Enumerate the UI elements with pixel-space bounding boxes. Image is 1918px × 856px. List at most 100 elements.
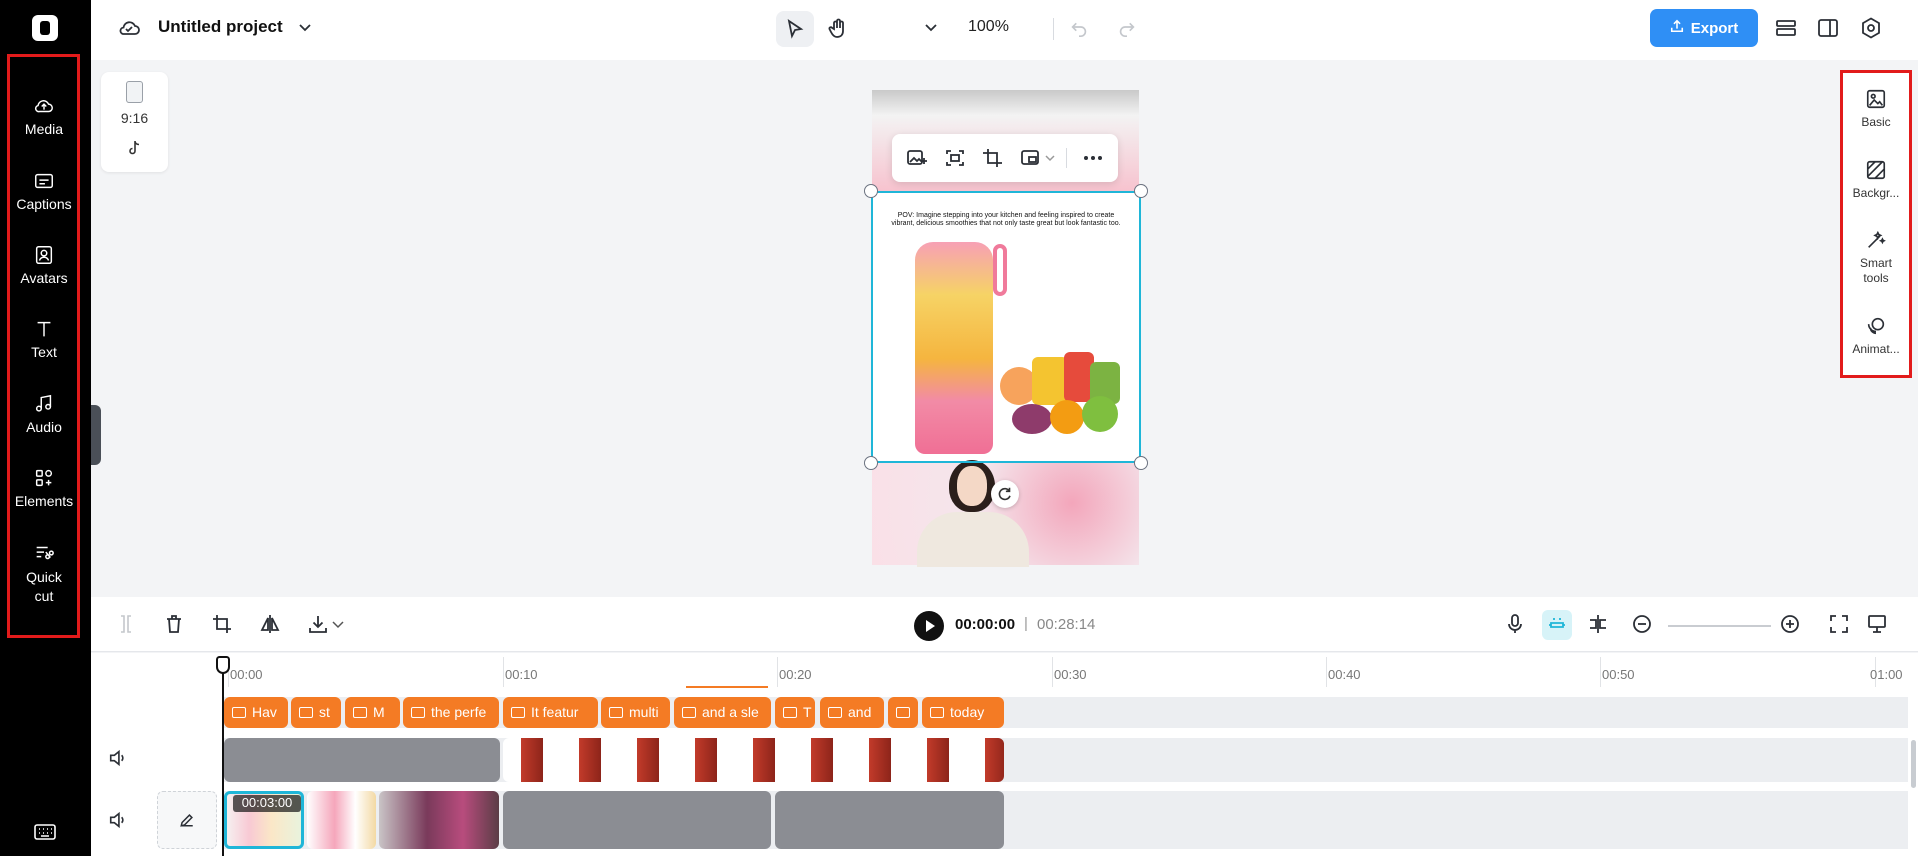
undo-icon[interactable] (1068, 16, 1092, 40)
caption-clip[interactable]: and a sle (674, 697, 771, 728)
sidebar-item-quick-cut[interactable]: Quick cut (0, 542, 88, 606)
caption-clip[interactable]: today (922, 697, 1004, 728)
sidebar-item-text[interactable]: Text (0, 318, 88, 360)
export-label: Export (1690, 19, 1739, 37)
floating-toolbar (892, 134, 1118, 182)
main-clip[interactable] (379, 791, 499, 849)
selection-box[interactable] (871, 191, 1141, 463)
keyboard-icon[interactable] (34, 824, 56, 840)
aspect-ratio-card[interactable]: 9:16 (101, 72, 168, 172)
divider (1053, 18, 1054, 40)
sidebar-item-label: Elements (14, 493, 74, 509)
right-panel-label: Animat... (1852, 342, 1900, 356)
project-title[interactable]: Untitled project (158, 17, 283, 37)
right-panel-label: Backgr... (1852, 186, 1900, 200)
edit-track-button[interactable] (157, 791, 217, 849)
replace-image-icon[interactable] (906, 148, 928, 168)
sidebar-item-audio[interactable]: Audio (0, 393, 88, 435)
resize-handle-bottom-right[interactable] (1134, 456, 1148, 470)
track-volume-icon[interactable] (108, 748, 130, 770)
caption-clip[interactable]: M (345, 697, 400, 728)
select-tool-button[interactable] (776, 11, 814, 47)
playhead[interactable] (222, 664, 224, 856)
right-panel-animation[interactable]: Animat... (1843, 315, 1909, 356)
magnet-snap-button[interactable] (1542, 610, 1572, 640)
zoom-level[interactable]: 100% (968, 18, 1009, 36)
caption-clip[interactable]: the perfe (403, 697, 499, 728)
sidebar-item-captions[interactable]: Captions (0, 170, 88, 212)
download-icon[interactable] (307, 613, 329, 635)
caption-clip[interactable]: multi (601, 697, 670, 728)
background-remove-icon[interactable] (1020, 148, 1042, 168)
main-clip[interactable] (307, 791, 376, 849)
right-panel-smart-tools[interactable]: Smart tools (1843, 229, 1909, 286)
timeline-scrollbar[interactable] (1911, 740, 1916, 788)
chevron-down-icon[interactable] (1044, 148, 1056, 168)
track-volume-icon[interactable] (108, 810, 130, 832)
ruler-label: 00:20 (779, 667, 812, 682)
sidebar-item-media[interactable]: Media (0, 95, 88, 137)
settings-gear-icon[interactable] (1859, 16, 1885, 42)
timeline-zoom-slider[interactable] (1668, 625, 1771, 627)
ruler-label: 00:30 (1054, 667, 1087, 682)
caption-clip[interactable] (888, 697, 918, 728)
main-clip[interactable] (775, 791, 1004, 849)
resize-handle-top-left[interactable] (864, 184, 878, 198)
preview-monitor-icon[interactable] (1866, 613, 1888, 635)
caption-clip[interactable]: and (820, 697, 884, 728)
overlay-clip-smoothie[interactable] (503, 738, 1004, 782)
upload-icon (1670, 19, 1684, 37)
cloud-save-icon[interactable] (117, 17, 141, 39)
hand-tool-button[interactable] (823, 13, 853, 45)
panel-collapse-handle[interactable] (91, 405, 101, 465)
sidebar-item-label: Quick (26, 569, 62, 585)
playhead-handle[interactable] (216, 656, 230, 674)
export-button[interactable]: Export (1650, 9, 1758, 47)
chevron-down-icon[interactable] (331, 613, 345, 635)
microphone-icon[interactable] (1504, 613, 1526, 635)
app-logo[interactable] (32, 15, 58, 41)
rotate-button[interactable] (991, 480, 1019, 508)
resize-handle-bottom-left[interactable] (864, 456, 878, 470)
caption-clip[interactable]: It featur (503, 697, 598, 728)
zoom-out-icon[interactable] (1631, 613, 1653, 635)
chevron-down-icon[interactable] (297, 19, 313, 35)
caption-clip[interactable]: T (775, 697, 815, 728)
caption-icon (828, 707, 842, 718)
caption-icon (930, 707, 944, 718)
fullscreen-icon[interactable] (1828, 613, 1850, 635)
caption-icon (411, 707, 425, 718)
caption-clip[interactable]: st (291, 697, 341, 728)
avatar-face (957, 466, 987, 506)
ruler-label: 01:00 (1870, 667, 1903, 682)
play-button[interactable] (914, 611, 944, 641)
caption-icon (511, 707, 525, 718)
main-clip[interactable] (503, 791, 771, 849)
delete-trash-icon[interactable] (163, 613, 185, 635)
sidebar-item-label: Captions (16, 196, 72, 212)
fit-frame-icon[interactable] (944, 148, 966, 168)
redo-icon[interactable] (1116, 16, 1140, 40)
sidebar-item-elements[interactable]: Elements (0, 467, 88, 509)
layers-icon[interactable] (1774, 16, 1800, 42)
right-panel-background[interactable]: Backgr... (1843, 159, 1909, 200)
sidebar-item-avatars[interactable]: Avatars (0, 244, 88, 286)
zoom-in-icon[interactable] (1779, 613, 1801, 635)
left-sidebar: Media Captions Avatars Text Audio Elemen… (0, 0, 91, 856)
magic-wand-icon (1865, 229, 1887, 251)
overlay-clip[interactable] (224, 738, 500, 782)
resize-handle-top-right[interactable] (1134, 184, 1148, 198)
split-icon[interactable] (115, 613, 137, 635)
right-panel-basic[interactable]: Basic (1843, 88, 1909, 129)
in-out-marker (686, 686, 768, 688)
crop-icon[interactable] (211, 613, 233, 635)
flip-icon[interactable] (259, 613, 281, 635)
ruler-tick (1052, 657, 1053, 687)
split-clip-icon[interactable] (1587, 613, 1609, 635)
caption-clip[interactable]: Hav (224, 697, 288, 728)
captions-icon (33, 170, 55, 192)
zoom-chevron-down-icon[interactable] (924, 20, 938, 34)
more-options-icon[interactable] (1082, 148, 1104, 168)
panel-toggle-icon[interactable] (1816, 16, 1842, 42)
crop-icon[interactable] (982, 148, 1004, 168)
